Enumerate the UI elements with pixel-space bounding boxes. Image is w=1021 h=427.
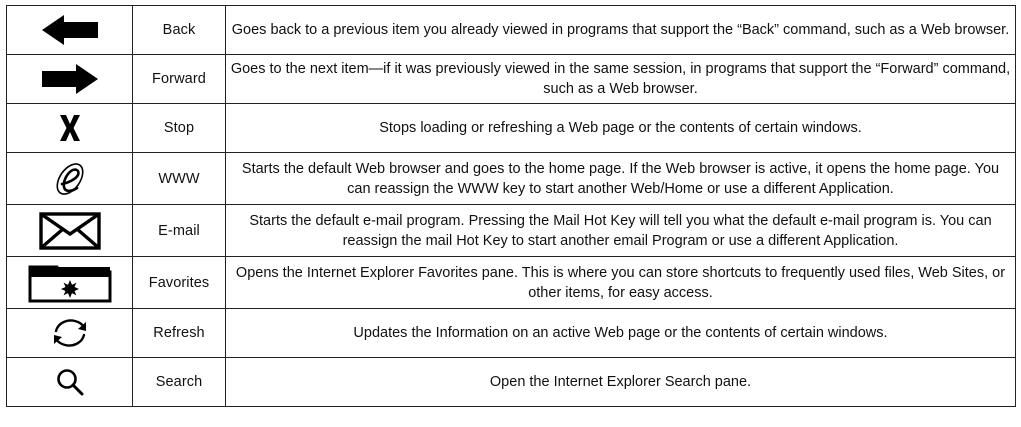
hotkey-description: Stops loading or refreshing a Web page o… bbox=[225, 103, 1016, 153]
forward-arrow-icon bbox=[41, 64, 98, 94]
table-row: Favorites Opens the Internet Explorer Fa… bbox=[6, 256, 1016, 309]
hotkey-table: Back Goes back to a previous item you al… bbox=[6, 5, 1016, 407]
icon-cell bbox=[6, 308, 133, 358]
magnifier-search-icon bbox=[56, 369, 83, 396]
table-row: Back Goes back to a previous item you al… bbox=[6, 5, 1016, 55]
hotkey-name: Forward bbox=[132, 54, 226, 104]
table-row: Stop Stops loading or refreshing a Web p… bbox=[6, 103, 1016, 153]
hotkey-description: Goes back to a previous item you already… bbox=[225, 5, 1016, 55]
hotkey-name: Search bbox=[132, 357, 226, 407]
stop-x-icon bbox=[59, 115, 80, 141]
icon-cell bbox=[6, 103, 133, 153]
hotkey-name: Back bbox=[132, 5, 226, 55]
envelope-icon bbox=[38, 211, 101, 250]
hotkey-description: Starts the default Web browser and goes … bbox=[225, 152, 1016, 205]
table-row: Forward Goes to the next item—if it was … bbox=[6, 54, 1016, 104]
hotkey-name: Favorites bbox=[132, 256, 226, 309]
favorites-folder-icon bbox=[28, 265, 111, 302]
table-row: Refresh Updates the Information on an ac… bbox=[6, 308, 1016, 358]
table-row: WWW Starts the default Web browser and g… bbox=[6, 152, 1016, 205]
table-row: E-mail Starts the default e-mail program… bbox=[6, 204, 1016, 257]
icon-cell bbox=[6, 152, 133, 205]
icon-cell bbox=[6, 54, 133, 104]
hotkey-name: Refresh bbox=[132, 308, 226, 358]
icon-cell bbox=[6, 5, 133, 55]
hotkey-description: Open the Internet Explorer Search pane. bbox=[225, 357, 1016, 407]
back-arrow-icon bbox=[41, 15, 98, 45]
hotkey-name: E-mail bbox=[132, 204, 226, 257]
refresh-arrows-icon bbox=[53, 319, 86, 347]
icon-cell bbox=[6, 357, 133, 407]
hotkey-description: Updates the Information on an active Web… bbox=[225, 308, 1016, 358]
hotkey-description: Goes to the next item—if it was previous… bbox=[225, 54, 1016, 104]
internet-explorer-e-icon bbox=[55, 162, 84, 195]
hotkey-description: Starts the default e-mail program. Press… bbox=[225, 204, 1016, 257]
icon-cell bbox=[6, 204, 133, 257]
hotkey-name: Stop bbox=[132, 103, 226, 153]
icon-cell bbox=[6, 256, 133, 309]
hotkey-name: WWW bbox=[132, 152, 226, 205]
hotkey-description: Opens the Internet Explorer Favorites pa… bbox=[225, 256, 1016, 309]
table-row: Search Open the Internet Explorer Search… bbox=[6, 357, 1016, 407]
